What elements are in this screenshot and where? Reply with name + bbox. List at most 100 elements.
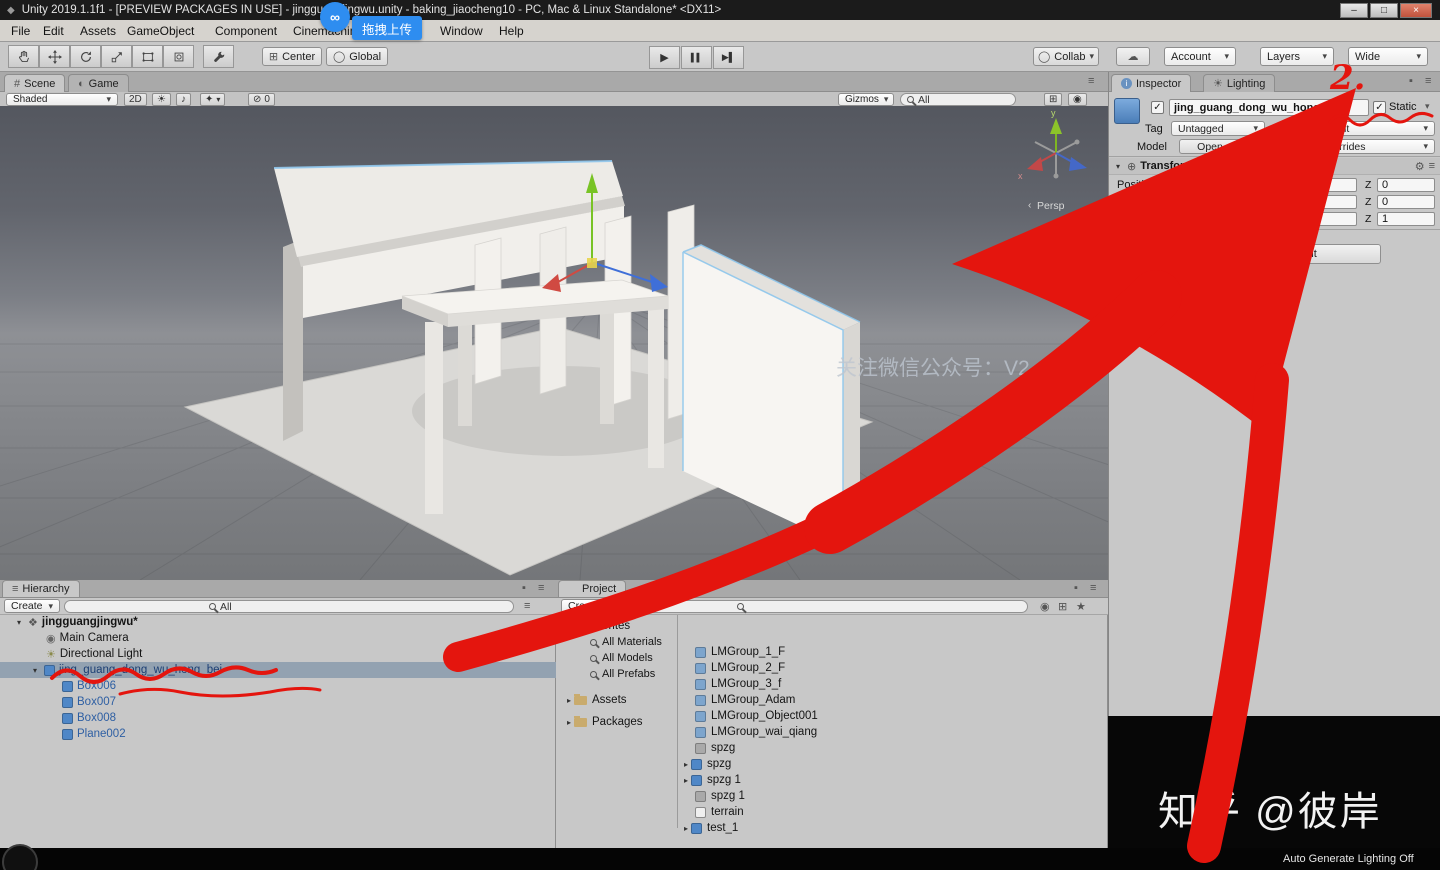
project-horizontal-scrollbar[interactable] (679, 836, 1096, 846)
menu-gameobject[interactable]: GameObject (124, 20, 197, 42)
overrides-dropdown[interactable]: Overrides ▾ (1313, 139, 1435, 154)
component-menu-icon[interactable]: ≡ (1429, 160, 1435, 172)
pause-button[interactable]: ▌▌ (681, 46, 712, 69)
upload-logo-icon[interactable]: ∞ (320, 2, 350, 32)
expander-icon[interactable]: ▸ (564, 718, 574, 727)
scene-viewport[interactable]: y x ‹ Persp (0, 106, 1440, 581)
scale-tool-button[interactable] (101, 45, 132, 68)
inspector-menu-icon[interactable]: ≡ (1425, 75, 1431, 87)
scale-x-field[interactable] (1209, 212, 1273, 226)
hierarchy-create-dropdown[interactable]: Create ▾ (4, 599, 60, 613)
play-button[interactable]: ▶ (649, 46, 680, 69)
close-button[interactable]: × (1400, 3, 1432, 18)
gameobject-name-field[interactable]: jing_guang_dong_wu_hong (1169, 99, 1369, 116)
tag-dropdown[interactable]: Untagged ▾ (1171, 121, 1265, 136)
hierarchy-search-input[interactable]: All (64, 600, 514, 613)
file-row[interactable]: LMGroup_wai_qiang (679, 724, 1096, 740)
menu-window[interactable]: Window (437, 20, 486, 42)
tab-lighting[interactable]: ☀ Lighting (1203, 74, 1276, 92)
scene-tools-button[interactable]: ⊞ (1044, 93, 1063, 106)
menu-file[interactable]: File (8, 20, 33, 42)
project-lock-icon[interactable]: ▪ (1074, 582, 1078, 594)
collab-button[interactable]: ◯ Collab ▾ (1033, 47, 1099, 66)
position-z-field[interactable]: 0 (1377, 178, 1435, 192)
file-row[interactable]: ▸ test_1 (679, 820, 1096, 836)
rotate-tool-button[interactable] (70, 45, 101, 68)
menu-assets[interactable]: Assets (77, 20, 119, 42)
hierarchy-row-light[interactable]: ☀ Directional Light (0, 646, 556, 662)
file-row[interactable]: ▸ spzg 1 (679, 772, 1096, 788)
file-row[interactable]: LMGroup_2_F (679, 660, 1096, 676)
project-vertical-scrollbar[interactable] (1096, 615, 1106, 836)
rect-tool-button[interactable] (132, 45, 163, 68)
model-select-button[interactable]: Select (1245, 139, 1307, 154)
project-menu-icon[interactable]: ≡ (1090, 582, 1096, 594)
project-search-input[interactable] (622, 600, 1028, 613)
active-checkbox[interactable]: ✓ (1151, 101, 1164, 114)
search-by-type-icon[interactable]: ◉ (1040, 600, 1050, 613)
minimize-button[interactable]: – (1340, 3, 1368, 18)
file-row[interactable]: terrain (679, 804, 1096, 820)
orientation-gizmo[interactable]: y x (1018, 108, 1087, 181)
hierarchy-row-camera[interactable]: ◉ Main Camera (0, 630, 556, 646)
project-create-dropdown[interactable]: Create ▾ (561, 599, 617, 613)
expander-icon[interactable]: ▾ (560, 622, 570, 631)
menu-help[interactable]: Help (496, 20, 527, 42)
favorite-all-materials[interactable]: All Materials (556, 634, 678, 650)
component-gear-icon[interactable]: ⚙ (1415, 160, 1425, 173)
account-dropdown[interactable]: Account ▾ (1164, 47, 1236, 66)
hierarchy-row-box008[interactable]: Box008 (0, 710, 556, 726)
search-by-label-icon[interactable]: ⊞ (1058, 600, 1067, 613)
tab-game[interactable]: ◐ Game (68, 74, 129, 92)
scene-row-menu-icon[interactable]: ≡ (538, 616, 544, 628)
scene-visibility-toggle[interactable]: ⊘ 0 (248, 93, 275, 106)
static-dropdown-icon[interactable]: ▾ (1425, 101, 1430, 112)
hierarchy-row-box007[interactable]: Box007 (0, 694, 556, 710)
static-checkbox[interactable]: ✓ (1373, 101, 1386, 114)
custom-tool-button[interactable] (203, 45, 234, 68)
tab-project[interactable]: Project (558, 580, 627, 597)
rotation-x-field[interactable] (1209, 195, 1273, 209)
menu-edit[interactable]: Edit (40, 20, 67, 42)
scale-y-field[interactable]: 1 (1293, 212, 1357, 226)
scene-panel-menu-icon[interactable]: ≡ (1088, 75, 1094, 87)
model-open-button[interactable]: Open (1179, 139, 1241, 154)
expander-icon[interactable]: ▸ (681, 824, 691, 833)
scene-search-input[interactable]: All (900, 93, 1016, 106)
file-row[interactable]: LMGroup_3_f (679, 676, 1096, 692)
file-row[interactable]: ▸ spzg (679, 756, 1096, 772)
hierarchy-row-box006[interactable]: Box006 (0, 678, 556, 694)
shading-mode-dropdown[interactable]: Shaded ▾ (6, 93, 118, 106)
hierarchy-menu-icon[interactable]: ≡ (538, 582, 544, 594)
scene-camera-button[interactable]: ◉ (1068, 93, 1087, 106)
tab-hierarchy[interactable]: ≡ Hierarchy (2, 580, 80, 597)
assets-folder-row[interactable]: ▸ Assets (556, 692, 678, 708)
2d-toggle[interactable]: 2D (124, 93, 147, 106)
expander-icon[interactable]: ▸ (564, 696, 574, 705)
cloud-button[interactable]: ☁ (1116, 47, 1150, 66)
scene-audio-toggle[interactable]: ♪ (176, 93, 191, 106)
gizmos-dropdown[interactable]: Gizmos ▾ (838, 93, 894, 106)
orientation-toggle-button[interactable]: ◯ Global (326, 47, 388, 66)
expander-icon[interactable]: ▾ (30, 666, 40, 675)
tab-inspector[interactable]: i Inspector (1111, 74, 1192, 92)
expander-icon[interactable]: ▸ (681, 776, 691, 785)
move-tool-button[interactable] (39, 45, 70, 68)
file-row[interactable]: spzg 1 (679, 788, 1096, 804)
file-row[interactable]: LMGroup_Adam (679, 692, 1096, 708)
favorite-all-prefabs[interactable]: All Prefabs (556, 666, 678, 682)
hierarchy-row-scene[interactable]: ▾ ❖ jingguangjingwu* ≡ (0, 614, 556, 630)
hierarchy-row-selected[interactable]: ▾ jing_guang_dong_wu_hong_bei (0, 662, 556, 678)
inspector-lock-icon[interactable]: ▪ (1409, 75, 1413, 87)
scene-lighting-toggle[interactable]: ☀ (152, 93, 171, 106)
hand-tool-button[interactable] (8, 45, 39, 68)
hierarchy-row-plane002[interactable]: Plane002 (0, 726, 556, 742)
scale-z-field[interactable]: 1 (1377, 212, 1435, 226)
add-component-button[interactable]: Add Component (1173, 244, 1381, 264)
file-row[interactable]: LMGroup_1_F (679, 644, 1096, 660)
file-row[interactable]: spzg (679, 740, 1096, 756)
maximize-button[interactable]: □ (1370, 3, 1398, 18)
expander-icon[interactable]: ▸ (681, 760, 691, 769)
save-search-icon[interactable]: ★ (1076, 600, 1086, 613)
rotation-z-field[interactable]: 0 (1377, 195, 1435, 209)
